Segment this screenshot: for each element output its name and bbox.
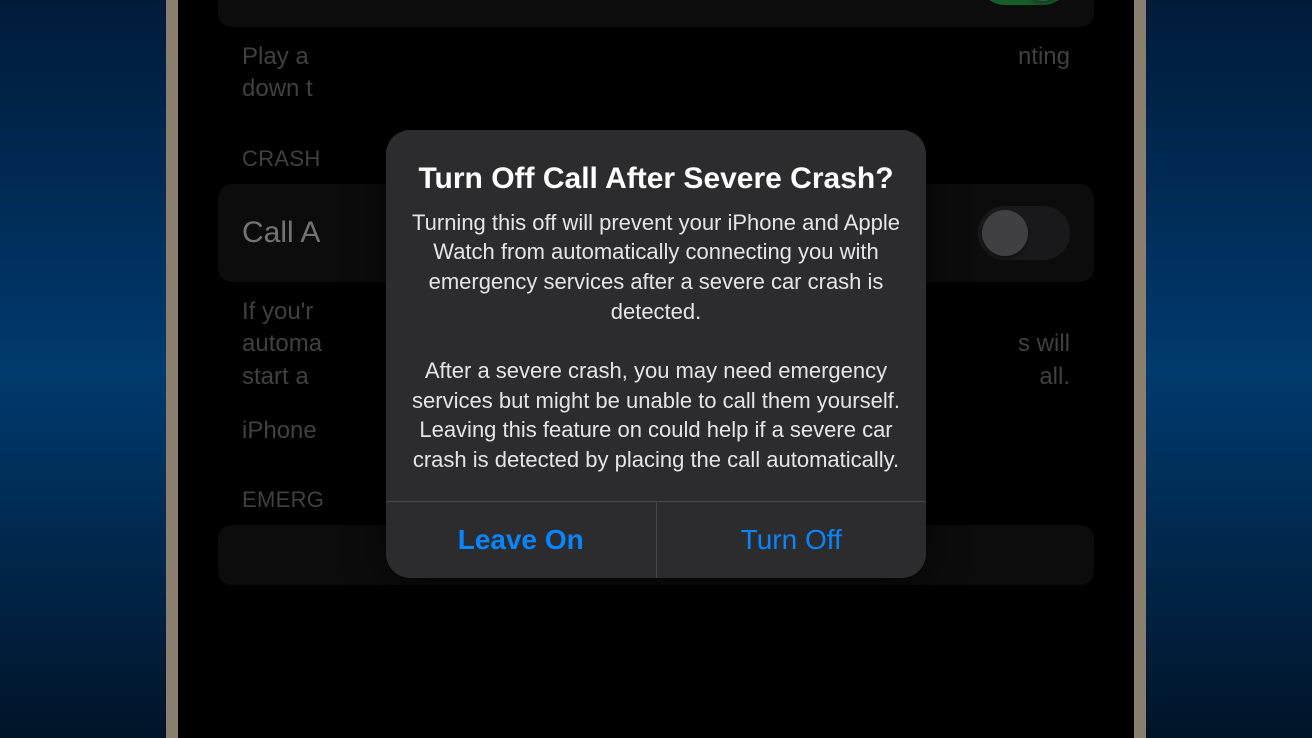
modal-scrim: Turn Off Call After Severe Crash? Turnin… bbox=[178, 0, 1134, 738]
alert-title: Turn Off Call After Severe Crash? bbox=[412, 160, 900, 198]
alert-buttons: Leave On Turn Off bbox=[386, 501, 926, 578]
phone-frame: Coun Play a nting down t CRASH Call A If… bbox=[166, 0, 1146, 738]
alert-dialog: Turn Off Call After Severe Crash? Turnin… bbox=[386, 130, 926, 578]
alert-message: Turning this off will prevent your iPhon… bbox=[412, 208, 900, 475]
leave-on-button[interactable]: Leave On bbox=[386, 502, 656, 578]
turn-off-button[interactable]: Turn Off bbox=[656, 502, 927, 578]
alert-body: Turn Off Call After Severe Crash? Turnin… bbox=[386, 130, 926, 501]
